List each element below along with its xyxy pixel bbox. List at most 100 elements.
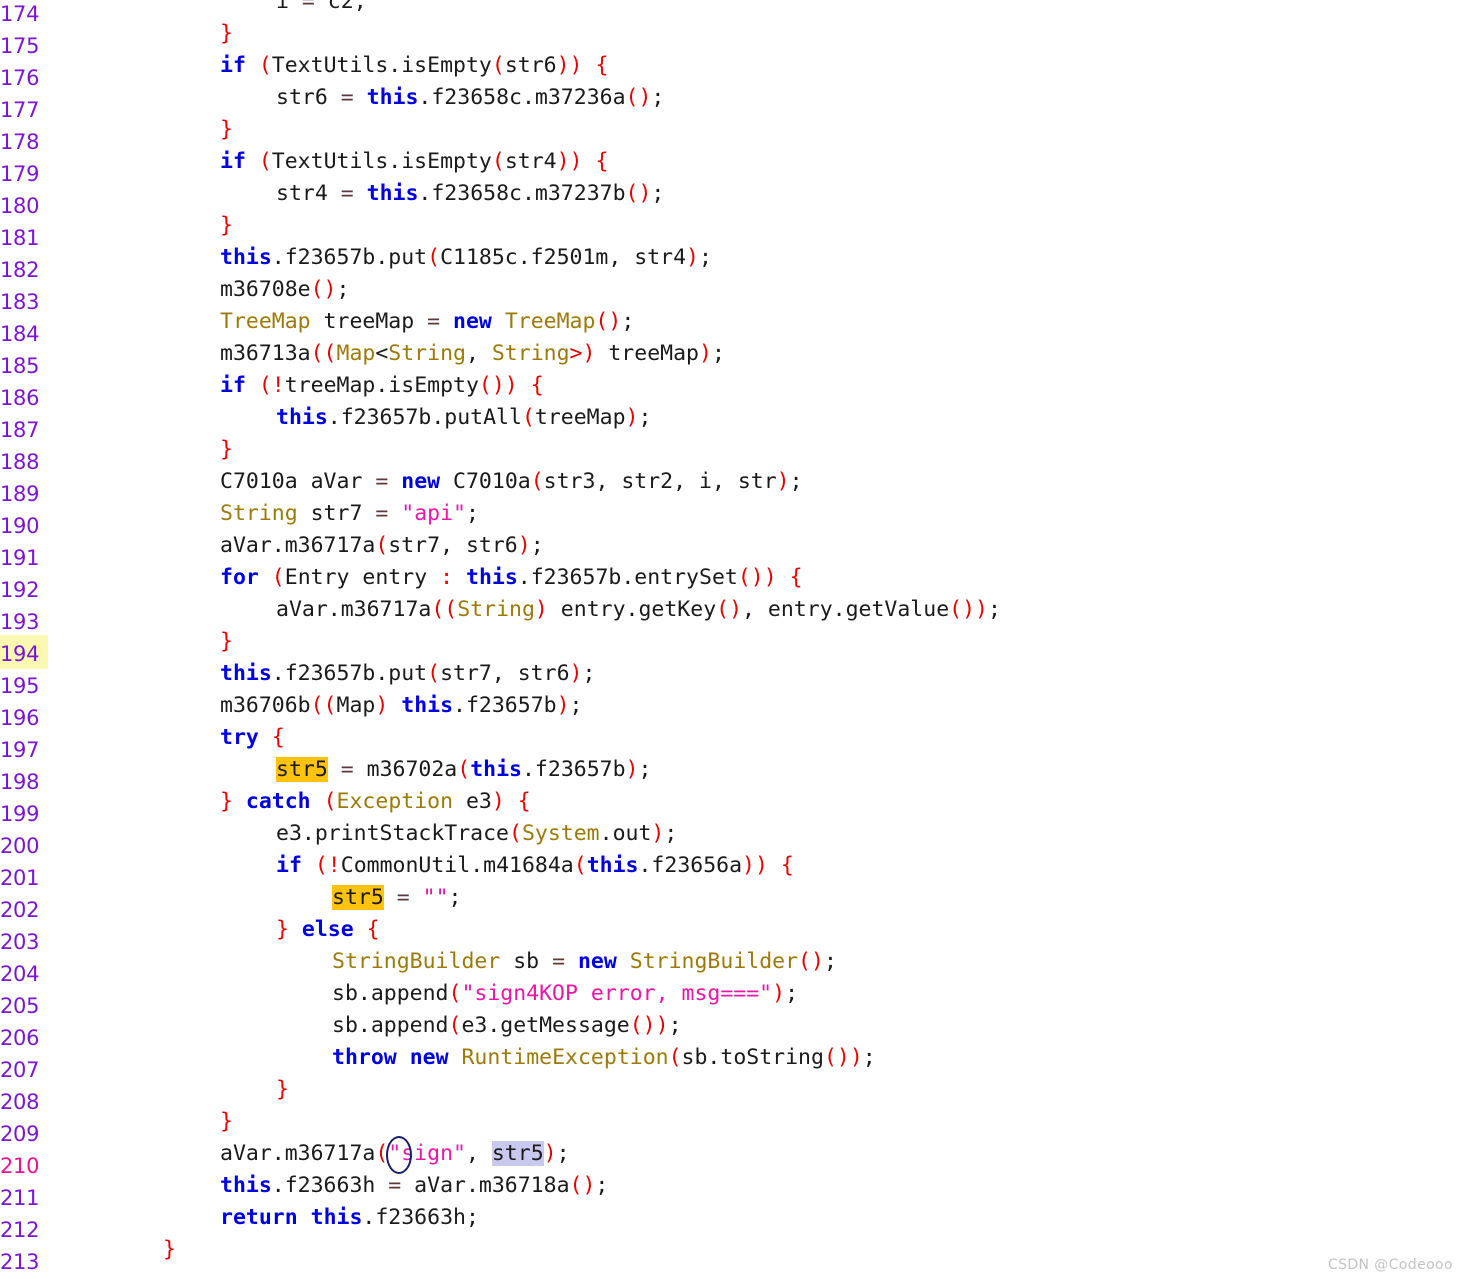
token: new [577, 949, 617, 974]
code-line-179[interactable]: str4 = this.f23658c.m37237b(); [276, 178, 664, 210]
code-line-191[interactable]: for (Entry entry : this.f23657b.entrySet… [220, 562, 803, 594]
code-line-195[interactable]: m36706b((Map) this.f23657b); [220, 690, 583, 722]
token: str7, str6 [440, 661, 570, 686]
token: ! [271, 373, 285, 398]
code-line-186[interactable]: this.f23657b.putAll(treeMap); [276, 402, 651, 434]
code-editor-content[interactable]: i = c2;} if (TextUtils.isEmpty(str6)) {st… [0, 0, 1465, 1279]
token: ; [987, 597, 1001, 622]
code-line-205[interactable]: sb.append(e3.getMessage()); [332, 1010, 682, 1042]
code-line-188[interactable]: C7010a aVar = new C7010a(str3, str2, i, … [220, 466, 803, 498]
token: () [625, 85, 652, 110]
token: str7, str6 [388, 533, 518, 558]
code-line-184[interactable]: m36713a((Map<String, String>) treeMap); [220, 338, 725, 370]
code-line-199[interactable]: e3.printStackTrace(System.out); [276, 818, 677, 850]
token: ) [569, 661, 583, 686]
code-line-203[interactable]: StringBuilder sb = new StringBuilder(); [332, 946, 837, 978]
code-line-175[interactable]: if (TextUtils.isEmpty(str6)) { [220, 50, 608, 82]
token: Map [336, 341, 376, 366]
code-line-198[interactable]: } catch (Exception e3) { [220, 786, 531, 818]
code-line-182[interactable]: m36708e(); [220, 274, 349, 306]
code-line-209[interactable]: aVar.m36717a("sign", str5); [220, 1138, 570, 1170]
token: this [366, 181, 419, 206]
token: } [276, 917, 289, 942]
code-line-208[interactable]: } [220, 1106, 233, 1138]
code-line-174[interactable]: } [220, 18, 233, 50]
token: () [310, 277, 337, 302]
code-line-201[interactable]: str5 = ""; [332, 882, 461, 914]
code-line-176[interactable]: str6 = this.f23658c.m37236a(); [276, 82, 664, 114]
token: TreeMap [220, 309, 311, 334]
code-line-189[interactable]: String str7 = "api"; [220, 498, 479, 530]
token: ) [556, 693, 570, 718]
token: ( [491, 53, 505, 78]
code-line-211[interactable]: return this.f23663h; [220, 1202, 479, 1234]
token: new [409, 1045, 449, 1070]
token: ; [638, 405, 652, 430]
token: ()) [949, 597, 988, 622]
token: Map [336, 693, 376, 718]
occurrence-highlight: str5 [332, 885, 384, 910]
token: StringBuilder [332, 949, 501, 974]
token: , [465, 341, 492, 366]
token: this [401, 693, 454, 718]
token: if [220, 53, 246, 78]
occurrence-highlight: str5 [276, 757, 328, 782]
code-line-193[interactable]: } [220, 626, 233, 658]
token: ; [698, 245, 712, 270]
code-line-190[interactable]: aVar.m36717a(str7, str6); [220, 530, 544, 562]
code-line-177[interactable]: } [220, 114, 233, 146]
code-line-181[interactable]: this.f23657b.put(C1185c.f2501m, str4); [220, 242, 712, 274]
token: } [276, 1077, 289, 1102]
code-line-210[interactable]: this.f23663h = aVar.m36718a(); [220, 1170, 608, 1202]
token: = [427, 309, 441, 334]
token: e3.printStackTrace [276, 821, 509, 846]
token: if [276, 853, 302, 878]
token: ; [448, 885, 462, 910]
code-line-202[interactable]: } else { [276, 914, 380, 946]
code-line-207[interactable]: } [276, 1074, 289, 1106]
token: , [465, 1141, 492, 1166]
token: ; [862, 1045, 876, 1070]
token: ) [772, 981, 786, 1006]
token: ; [465, 1205, 479, 1230]
code-line-178[interactable]: if (TextUtils.isEmpty(str4)) { [220, 146, 608, 178]
code-line-212[interactable]: } [163, 1234, 176, 1266]
token: aVar.m36717a [220, 533, 376, 558]
code-line-185[interactable]: if (!treeMap.isEmpty()) { [220, 370, 544, 402]
token: String [220, 501, 298, 526]
code-line-200[interactable]: if (!CommonUtil.m41684a(this.f23656a)) { [276, 850, 794, 882]
token: { [780, 853, 794, 878]
code-line-180[interactable]: } [220, 210, 233, 242]
token: ( [573, 853, 587, 878]
code-line-183[interactable]: TreeMap treeMap = new TreeMap(); [220, 306, 634, 338]
token: i [276, 0, 302, 14]
code-line-196[interactable]: try { [220, 722, 285, 754]
token: m36702a [353, 757, 458, 782]
code-line-173[interactable]: i = c2; [276, 0, 367, 18]
code-line-187[interactable]: } [220, 434, 233, 466]
token: Entry entry [284, 565, 441, 590]
token: = [340, 181, 354, 206]
token: () [798, 949, 824, 974]
code-line-194[interactable]: this.f23657b.put(str7, str6); [220, 658, 595, 690]
token: m36706b [220, 693, 311, 718]
token: } [220, 789, 233, 814]
token: str3, str2, i, str [543, 469, 777, 494]
code-line-197[interactable]: str5 = m36702a(this.f23657b); [276, 754, 651, 786]
code-line-192[interactable]: aVar.m36717a((String) entry.getKey(), en… [276, 594, 1001, 626]
token: ) [776, 469, 790, 494]
token: sb.toString [681, 1045, 824, 1070]
token: ; [638, 757, 652, 782]
code-line-206[interactable]: throw new RuntimeException(sb.toString()… [332, 1042, 876, 1074]
code-line-204[interactable]: sb.append("sign4KOP error, msg==="); [332, 978, 798, 1010]
token: C1185c.f2501m, str4 [440, 245, 687, 270]
token: ( [427, 661, 441, 686]
token: String [457, 597, 535, 622]
